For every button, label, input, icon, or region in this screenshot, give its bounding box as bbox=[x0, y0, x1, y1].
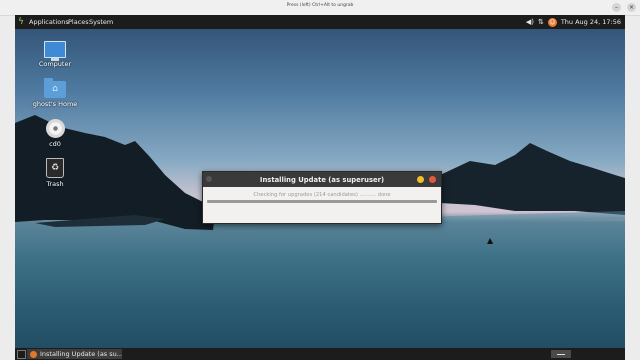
minimize-button[interactable] bbox=[417, 176, 424, 183]
user-icon[interactable]: ☺ bbox=[547, 17, 557, 27]
show-desktop-button[interactable] bbox=[17, 350, 26, 359]
taskbar-item-installer[interactable]: Installing Update (as su... bbox=[27, 349, 122, 359]
trash-icon: ♻ bbox=[46, 158, 64, 178]
vm-minimize-button[interactable]: – bbox=[612, 3, 621, 12]
desktop-icon-home[interactable]: ghost's Home bbox=[29, 78, 81, 108]
clock[interactable]: Thu Aug 24, 17:56 bbox=[561, 18, 621, 26]
progress-fill bbox=[207, 200, 437, 203]
distro-logo-icon[interactable]: ϟ bbox=[18, 17, 28, 27]
menu-system[interactable]: System bbox=[89, 18, 113, 26]
desktop-icon-label: ghost's Home bbox=[32, 100, 78, 108]
vm-window-title: Press (left) Ctrl+Alt to ungrab bbox=[286, 3, 354, 8]
update-dialog[interactable]: Installing Update (as superuser) Checkin… bbox=[202, 171, 442, 224]
desktop-icon-label: Computer bbox=[38, 60, 72, 68]
bottom-panel: Installing Update (as su... bbox=[15, 348, 625, 360]
home-folder-icon bbox=[44, 78, 66, 98]
menu-applications[interactable]: Applications bbox=[29, 18, 69, 26]
vm-window-titlebar: Press (left) Ctrl+Alt to ungrab – × bbox=[0, 0, 640, 16]
desktop-icon-label: Trash bbox=[46, 180, 64, 188]
computer-icon bbox=[44, 41, 66, 61]
menu-places[interactable]: Places bbox=[68, 18, 89, 26]
desktop-icon-computer[interactable]: Computer bbox=[29, 41, 81, 68]
dialog-title: Installing Update (as superuser) bbox=[259, 176, 385, 184]
desktop-icon-cd0[interactable]: cd0 bbox=[29, 119, 81, 148]
dialog-titlebar[interactable]: Installing Update (as superuser) bbox=[203, 172, 441, 187]
progress-bar bbox=[207, 200, 437, 203]
disc-icon bbox=[45, 119, 65, 138]
workspace-switcher[interactable] bbox=[551, 350, 571, 358]
close-button[interactable] bbox=[429, 176, 436, 183]
top-panel: ϟ Applications Places System ◀) ⇅ ☺ Thu … bbox=[15, 15, 625, 29]
taskbar-item-label: Installing Update (as su... bbox=[40, 350, 122, 358]
desktop-icon-trash[interactable]: ♻ Trash bbox=[29, 158, 81, 188]
volume-icon[interactable]: ◀) bbox=[526, 17, 534, 27]
vm-close-button[interactable]: × bbox=[627, 3, 636, 12]
network-icon[interactable]: ⇅ bbox=[538, 17, 544, 27]
mouse-cursor-icon: ▲ bbox=[487, 236, 494, 245]
guest-screen[interactable]: ϟ Applications Places System ◀) ⇅ ☺ Thu … bbox=[15, 15, 625, 360]
desktop-icon-label: cd0 bbox=[49, 140, 61, 148]
installer-icon bbox=[30, 350, 37, 358]
status-text: Checking for upgrades (214 candidates) .… bbox=[253, 192, 391, 198]
